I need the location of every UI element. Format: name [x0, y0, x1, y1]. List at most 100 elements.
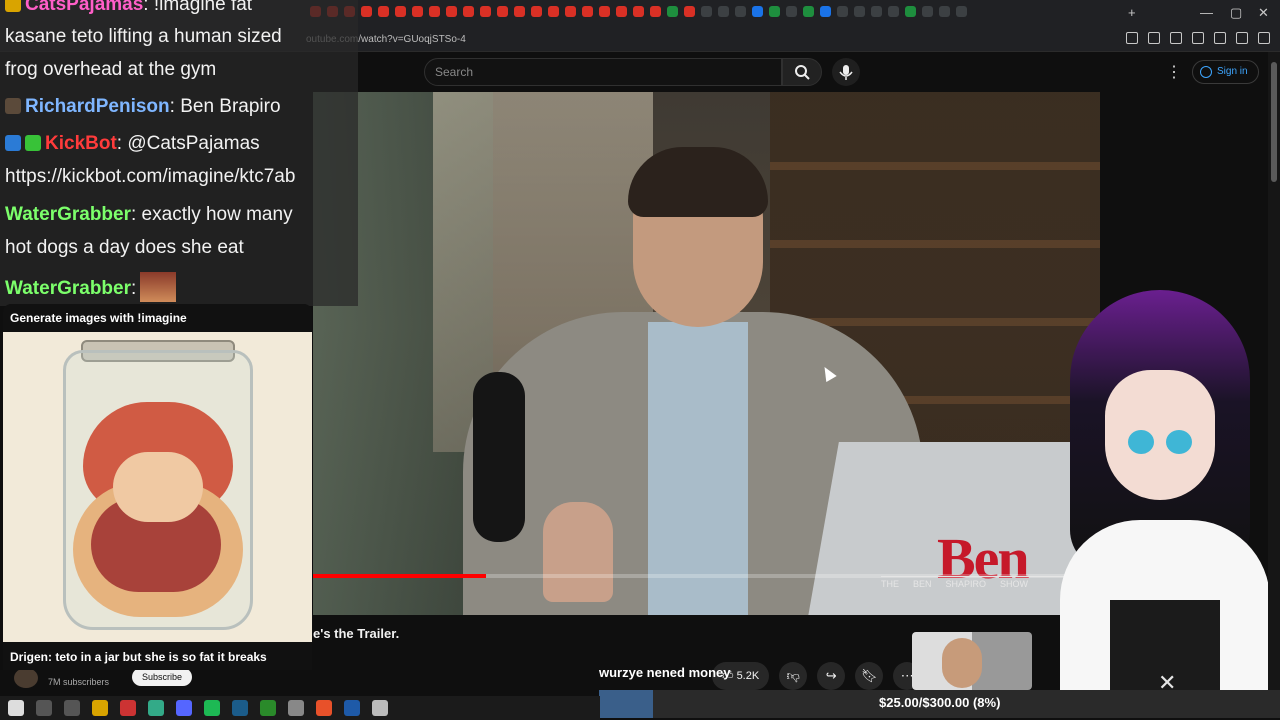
- search-icon[interactable]: [36, 700, 52, 716]
- video-progress-played: [313, 574, 487, 578]
- tab[interactable]: [463, 6, 474, 17]
- tab[interactable]: [633, 6, 644, 17]
- download-icon[interactable]: [1214, 32, 1226, 44]
- video-player[interactable]: Ben THE BEN SHAPIRO SHOW: [313, 92, 1100, 615]
- tab[interactable]: [361, 6, 372, 17]
- tab[interactable]: [531, 6, 542, 17]
- tab[interactable]: [565, 6, 576, 17]
- tab[interactable]: [752, 6, 763, 17]
- xbox-icon[interactable]: [260, 700, 276, 716]
- tab[interactable]: [820, 6, 831, 17]
- badge-icon: [5, 0, 21, 12]
- donation-message: wurzye nened money: [599, 665, 731, 680]
- tab[interactable]: [684, 6, 695, 17]
- voice-search-button[interactable]: [832, 58, 860, 86]
- tab[interactable]: [582, 6, 593, 17]
- app-icon[interactable]: [288, 700, 304, 716]
- bookmark-icon: 🔖︎: [860, 668, 878, 683]
- page-scrollbar[interactable]: [1268, 52, 1280, 690]
- tab[interactable]: [701, 6, 712, 17]
- tab[interactable]: [667, 6, 678, 17]
- video-progress-bar[interactable]: [313, 574, 1100, 578]
- search-icon: [795, 65, 810, 80]
- obs-icon[interactable]: [120, 700, 136, 716]
- discord-icon[interactable]: [176, 700, 192, 716]
- tab[interactable]: [599, 6, 610, 17]
- brave-icon[interactable]: [316, 700, 332, 716]
- tab[interactable]: [922, 6, 933, 17]
- tab[interactable]: [769, 6, 780, 17]
- share-button[interactable]: ↪: [817, 662, 846, 690]
- tab[interactable]: [497, 6, 508, 17]
- edit-icon[interactable]: [1148, 32, 1160, 44]
- dislike-icon: 👎︎: [786, 668, 800, 683]
- more-options-icon[interactable]: ⋮: [1166, 62, 1182, 82]
- studio-microphone: [473, 372, 525, 542]
- channel-avatar[interactable]: [14, 668, 38, 688]
- wrench-badge-icon: [5, 135, 21, 151]
- vtube-studio-icon[interactable]: [344, 700, 360, 716]
- imagine-caption: Drigen: teto in a jar but she is so fat …: [10, 650, 267, 664]
- file-explorer-icon[interactable]: [92, 700, 108, 716]
- tab[interactable]: [412, 6, 423, 17]
- browser-toolbar-icons: [1126, 32, 1270, 44]
- save-button[interactable]: 🔖︎: [855, 662, 884, 690]
- spotify-icon[interactable]: [204, 700, 220, 716]
- tab[interactable]: [480, 6, 491, 17]
- sidebar-icon[interactable]: [1170, 32, 1182, 44]
- chrome-icon[interactable]: [148, 700, 164, 716]
- start-icon[interactable]: [8, 700, 24, 716]
- extensions-icon[interactable]: [1126, 32, 1138, 44]
- tab[interactable]: [803, 6, 814, 17]
- tab[interactable]: [939, 6, 950, 17]
- chat-message: CatsPajamas: !imagine fat: [5, 0, 252, 16]
- chat-message-continuation: hot dogs a day does she eat: [5, 237, 244, 258]
- close-window-icon[interactable]: ✕: [1258, 5, 1269, 21]
- donation-goal-fill: [599, 690, 654, 718]
- screen: + — ▢ ✕ outube.com/watch?v=GUoqjSTSo-4 S…: [0, 0, 1280, 720]
- chat-message-continuation: frog overhead at the gym: [5, 59, 217, 80]
- chat-message-continuation: https://kickbot.com/imagine/ktc7ab: [5, 166, 296, 187]
- recommended-video-thumbnail[interactable]: [912, 632, 1032, 690]
- tab[interactable]: [548, 6, 559, 17]
- show-logo-words: THE BEN SHAPIRO SHOW: [881, 579, 1029, 589]
- menu-icon[interactable]: [1258, 32, 1270, 44]
- chat-message-continuation: kasane teto lifting a human sized: [5, 26, 282, 47]
- tab[interactable]: [735, 6, 746, 17]
- tab[interactable]: [395, 6, 406, 17]
- tab[interactable]: [514, 6, 525, 17]
- subscribe-button[interactable]: Subscribe: [132, 668, 193, 686]
- tab[interactable]: [429, 6, 440, 17]
- tab[interactable]: [786, 6, 797, 17]
- sign-in-label: Sign in: [1217, 66, 1248, 77]
- tab[interactable]: [616, 6, 627, 17]
- vpn-icon[interactable]: [1236, 32, 1248, 44]
- app-icon[interactable]: [372, 700, 388, 716]
- tab[interactable]: [956, 6, 967, 17]
- tab[interactable]: [446, 6, 457, 17]
- maximize-icon[interactable]: ▢: [1230, 5, 1242, 21]
- tab[interactable]: [837, 6, 848, 17]
- tab[interactable]: [378, 6, 389, 17]
- tab[interactable]: [888, 6, 899, 17]
- subscriber-count: 7M subscribers: [48, 677, 110, 687]
- steam-icon[interactable]: [232, 700, 248, 716]
- tab[interactable]: [854, 6, 865, 17]
- minimize-icon[interactable]: —: [1200, 5, 1213, 20]
- badge-icon: [5, 98, 21, 114]
- tab[interactable]: [905, 6, 916, 17]
- tab[interactable]: [871, 6, 882, 17]
- donation-goal-text: $25.00/$300.00 (8%): [879, 695, 1001, 710]
- search-button[interactable]: [782, 58, 822, 86]
- url-field[interactable]: outube.com/watch?v=GUoqjSTSo-4: [300, 31, 910, 49]
- sign-in-button[interactable]: Sign in: [1192, 60, 1259, 84]
- tab[interactable]: [718, 6, 729, 17]
- scrollbar-thumb[interactable]: [1271, 62, 1277, 182]
- new-tab-icon[interactable]: +: [1128, 5, 1136, 20]
- video-title: e's the Trailer.: [313, 626, 400, 641]
- search-input[interactable]: Search: [424, 58, 782, 86]
- dislike-button[interactable]: 👎︎: [779, 662, 808, 690]
- tab[interactable]: [650, 6, 661, 17]
- wallet-icon[interactable]: [1192, 32, 1204, 44]
- task-view-icon[interactable]: [64, 700, 80, 716]
